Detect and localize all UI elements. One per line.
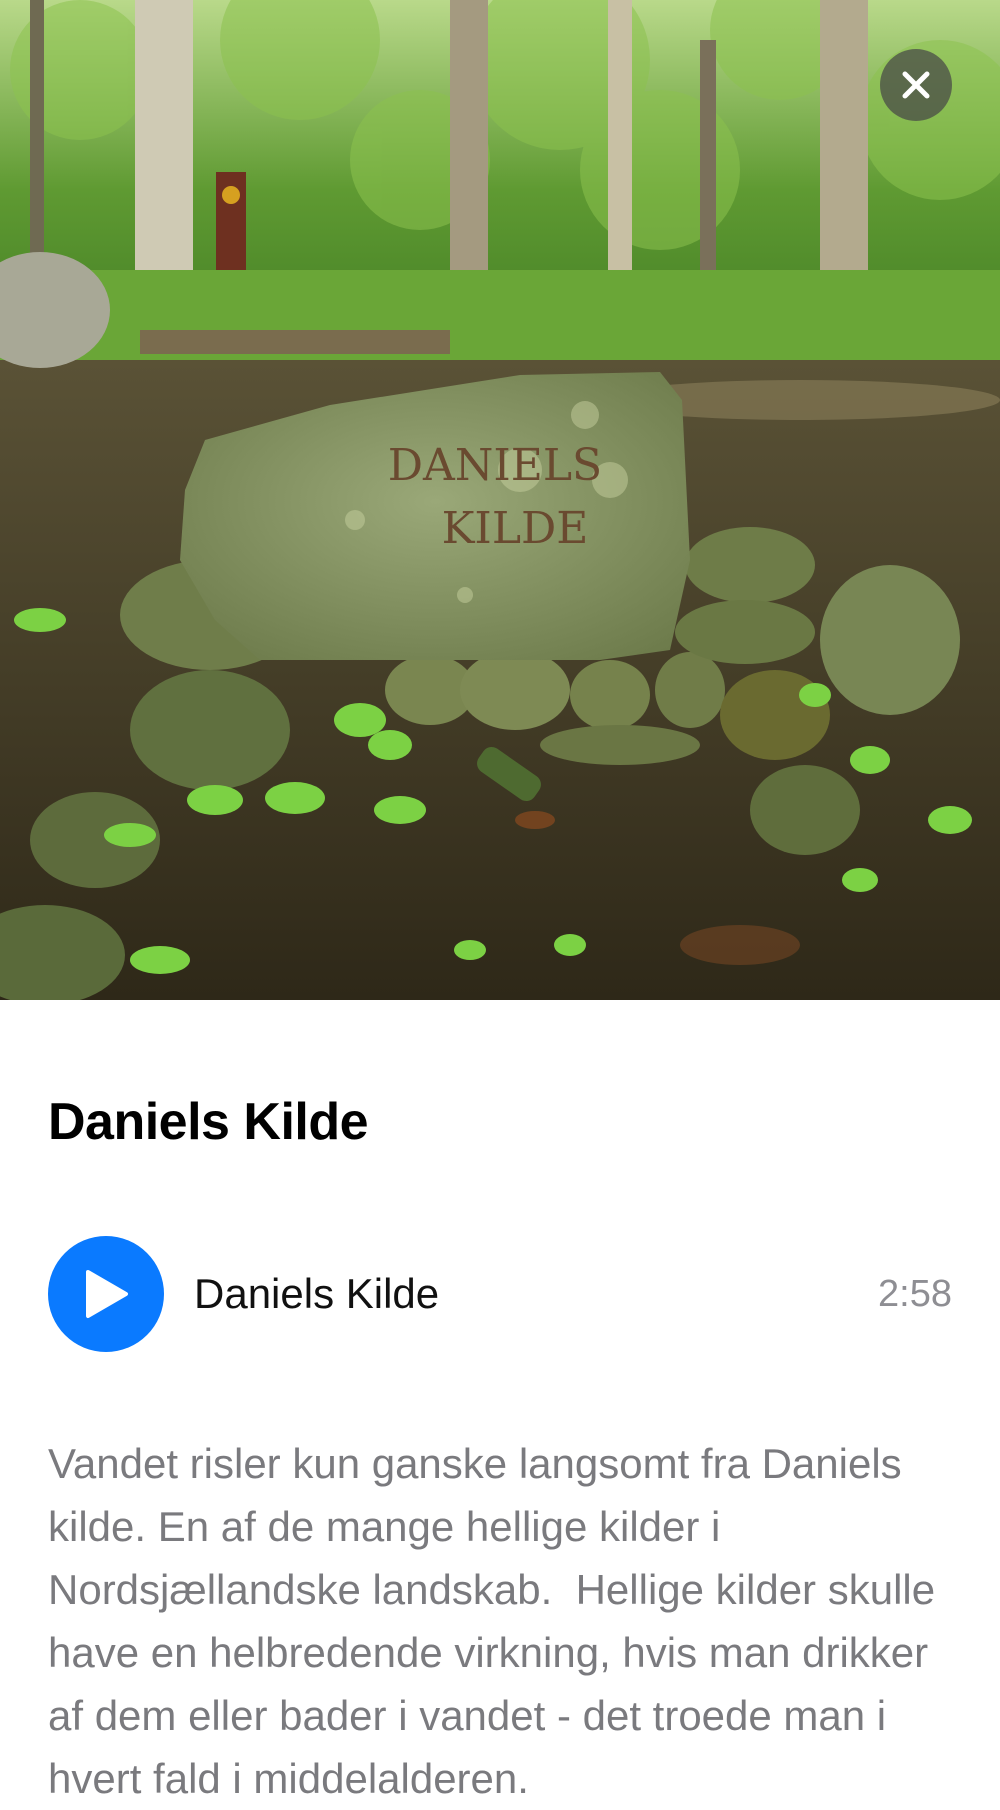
forest-spring-photo: DANIELS KILDE: [0, 0, 1000, 1000]
close-button[interactable]: [880, 49, 952, 121]
play-button[interactable]: [48, 1236, 164, 1352]
detail-panel: Daniels Kilde Daniels Kilde 2:58 Vandet …: [0, 1000, 1000, 1802]
hero-photo: DANIELS KILDE: [0, 0, 1000, 1000]
stone-inscription-line2: KILDE: [442, 503, 589, 554]
audio-track-row[interactable]: Daniels Kilde 2:58: [48, 1236, 952, 1352]
track-title: Daniels Kilde: [194, 1270, 440, 1317]
place-description: Vandet risler kun ganske langsomt fra Da…: [48, 1440, 947, 1802]
track-duration: 2:58: [878, 1272, 952, 1315]
place-title: Daniels Kilde: [48, 1093, 369, 1151]
stone-inscription-line1: DANIELS: [388, 440, 602, 491]
play-icon: [86, 1270, 128, 1318]
close-icon: [902, 71, 930, 99]
